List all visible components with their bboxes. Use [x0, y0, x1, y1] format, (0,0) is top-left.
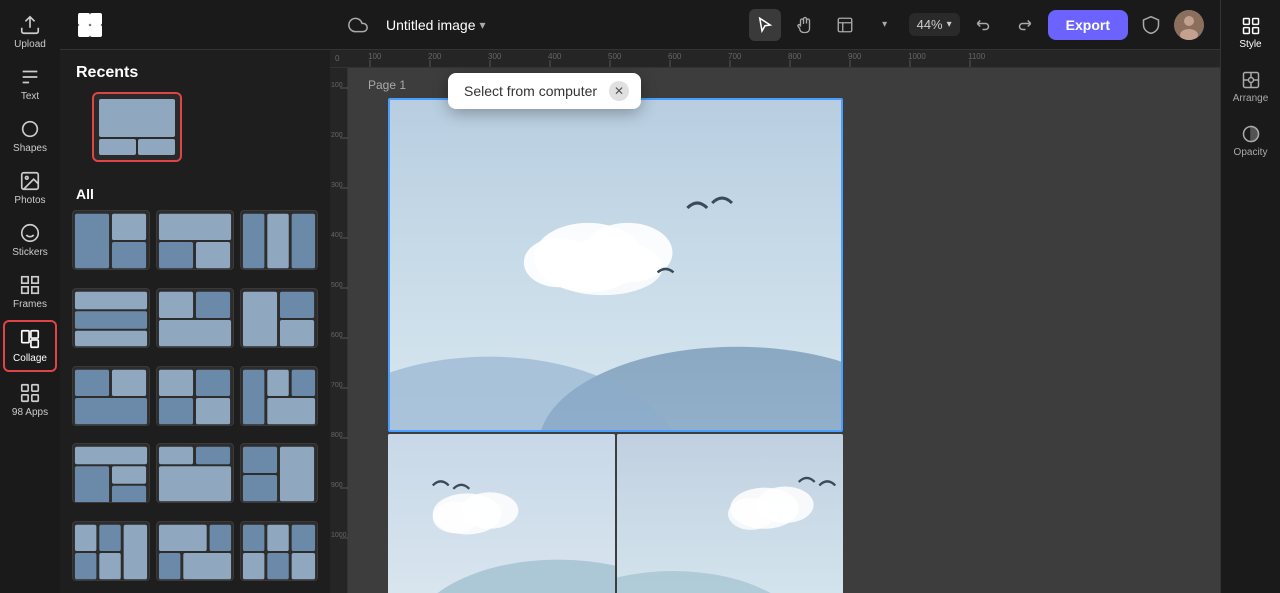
ruler-horizontal: 0 100 200 300 400 500 600 700 800 900 10… — [330, 50, 1220, 68]
collage-thumb-4[interactable] — [72, 288, 150, 348]
svg-text:600: 600 — [331, 332, 343, 339]
style-panel-button[interactable]: Style — [1224, 8, 1278, 58]
recent-selected-thumb[interactable] — [92, 92, 182, 162]
collage-thumb-13[interactable] — [72, 521, 150, 581]
collage-thumb-6[interactable] — [240, 288, 318, 348]
svg-text:600: 600 — [668, 52, 682, 61]
sidebar-item-photos[interactable]: Photos — [3, 164, 57, 212]
document-title: Untitled image — [386, 17, 476, 33]
collage-thumb-15[interactable] — [240, 521, 318, 581]
collage-bottom-panels — [388, 434, 843, 593]
page-label: Page 1 — [368, 78, 406, 92]
svg-text:700: 700 — [728, 52, 742, 61]
canvas-area: Untitled image ▾ ▾ — [330, 0, 1220, 593]
user-avatar[interactable] — [1174, 10, 1204, 40]
collage-thumb-1[interactable] — [72, 210, 150, 270]
tooltip-close-button[interactable]: ✕ — [609, 81, 629, 101]
collage-top-panel[interactable] — [388, 98, 843, 432]
collage-bottom-right-panel[interactable] — [617, 434, 844, 593]
collage-thumb-14[interactable] — [156, 521, 234, 581]
collage-thumb-7[interactable] — [72, 366, 150, 426]
left-toolbar: Upload Text Shapes Photos Stickers Frame… — [0, 0, 60, 593]
svg-text:1100: 1100 — [968, 52, 986, 61]
cloud-save-button[interactable] — [342, 9, 374, 41]
svg-text:900: 900 — [848, 52, 862, 61]
collage-thumb-10[interactable] — [72, 443, 150, 503]
collage-thumb-3[interactable] — [240, 210, 318, 270]
svg-text:200: 200 — [331, 132, 343, 139]
sidebar-item-stickers[interactable]: Stickers — [3, 216, 57, 264]
arrange-panel-button[interactable]: Arrange — [1224, 62, 1278, 112]
export-button[interactable]: Export — [1048, 10, 1128, 40]
top-tools: ▾ 44% ▾ Export — [749, 9, 1204, 41]
svg-text:300: 300 — [488, 52, 502, 61]
hand-tool-button[interactable] — [789, 9, 821, 41]
select-from-computer-popup: Select from computer ✕ — [448, 73, 641, 109]
zoom-control[interactable]: 44% ▾ — [909, 13, 960, 36]
canvas-viewport: Page 1 Select from computer ✕ — [348, 68, 1220, 593]
document-title-area[interactable]: Untitled image ▾ — [386, 17, 486, 33]
svg-text:200: 200 — [428, 52, 442, 61]
svg-text:900: 900 — [331, 482, 343, 489]
arrange-label: Arrange — [1233, 93, 1269, 104]
sidebar-item-shapes[interactable]: Shapes — [3, 112, 57, 160]
panel-title: Recents — [60, 50, 330, 92]
canvas-with-ruler: 100 200 300 400 500 600 700 800 900 1000 — [330, 68, 1220, 593]
select-tool-button[interactable] — [749, 9, 781, 41]
sidebar-item-frames[interactable]: Frames — [3, 268, 57, 316]
main-top-bar: Untitled image ▾ ▾ — [330, 0, 1220, 50]
right-panel: Style Arrange Opacity — [1220, 0, 1280, 593]
top-bar — [60, 0, 330, 50]
svg-text:500: 500 — [608, 52, 622, 61]
opacity-panel-button[interactable]: Opacity — [1224, 116, 1278, 166]
svg-text:400: 400 — [331, 232, 343, 239]
left-panel: Recents All — [60, 0, 330, 593]
svg-text:700: 700 — [331, 382, 343, 389]
svg-text:500: 500 — [331, 282, 343, 289]
title-dropdown-icon: ▾ — [480, 18, 486, 32]
svg-text:100: 100 — [331, 82, 343, 89]
undo-button[interactable] — [968, 9, 1000, 41]
sidebar-item-apps[interactable]: 98 Apps — [3, 376, 57, 424]
opacity-label: Opacity — [1234, 147, 1268, 158]
collage-thumb-5[interactable] — [156, 288, 234, 348]
svg-text:1000: 1000 — [908, 52, 926, 61]
collage-thumb-2[interactable] — [156, 210, 234, 270]
style-label: Style — [1239, 39, 1261, 50]
svg-text:1000: 1000 — [331, 532, 347, 539]
svg-text:400: 400 — [548, 52, 562, 61]
close-icon: ✕ — [614, 84, 624, 98]
zoom-dropdown-icon: ▾ — [947, 19, 952, 30]
svg-text:800: 800 — [788, 52, 802, 61]
sidebar-item-upload[interactable]: Upload — [3, 8, 57, 56]
collage-thumb-9[interactable] — [240, 366, 318, 426]
svg-text:0: 0 — [335, 54, 340, 63]
redo-button[interactable] — [1008, 9, 1040, 41]
app-logo — [76, 11, 104, 39]
frame-dropdown-button[interactable]: ▾ — [869, 9, 901, 41]
svg-text:300: 300 — [331, 182, 343, 189]
main-collage-canvas — [388, 98, 843, 593]
collage-thumb-8[interactable] — [156, 366, 234, 426]
svg-text:100: 100 — [368, 52, 382, 61]
zoom-value: 44% — [917, 17, 943, 32]
sidebar-item-collage[interactable]: Collage — [3, 320, 57, 372]
frame-tool-button[interactable] — [829, 9, 861, 41]
collage-thumb-11[interactable] — [156, 443, 234, 503]
shield-button[interactable] — [1136, 10, 1166, 40]
ruler-vertical: 100 200 300 400 500 600 700 800 900 1000 — [330, 68, 348, 593]
collage-grid — [60, 210, 330, 593]
svg-text:800: 800 — [331, 432, 343, 439]
collage-thumb-12[interactable] — [240, 443, 318, 503]
collage-bottom-left-panel[interactable] — [388, 434, 615, 593]
tooltip-text: Select from computer — [464, 83, 597, 99]
sidebar-item-text[interactable]: Text — [3, 60, 57, 108]
all-label: All — [60, 182, 330, 210]
